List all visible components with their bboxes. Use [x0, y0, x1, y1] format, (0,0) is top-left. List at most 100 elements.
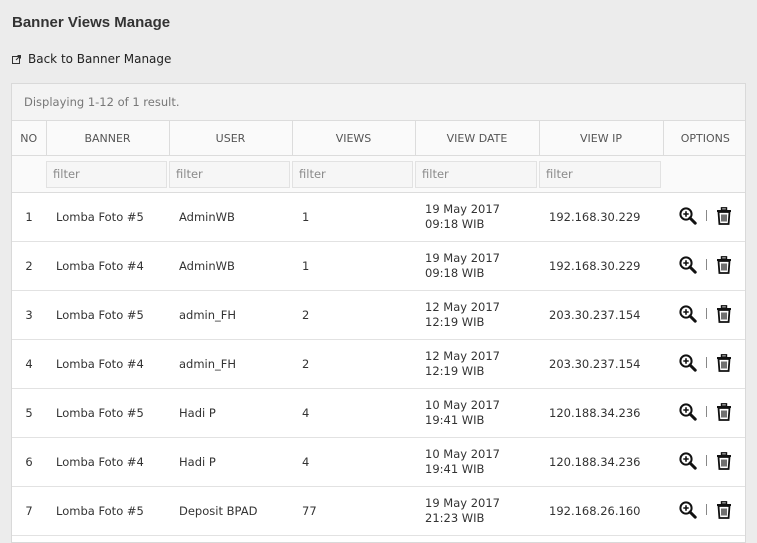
row-number: 7 — [12, 486, 46, 536]
views-cell: 1 — [292, 241, 415, 291]
view-date-cell: 19 May 2017 09:18 WIB — [415, 241, 539, 291]
view-date-cell: 10 May 2017 19:41 WIB — [415, 388, 539, 438]
user-cell: Deposit BPAD — [169, 486, 292, 536]
filter-cell-banner — [46, 155, 169, 193]
column-header-view-date[interactable]: VIEW DATE — [415, 121, 540, 156]
view-date-filter-input[interactable] — [415, 160, 537, 188]
view-date-value: 19 May 2017 — [425, 202, 500, 216]
options-cell — [663, 241, 745, 291]
view-date-cell: 19 May 2017 09:18 WIB — [415, 192, 539, 242]
table-row: 3 Lomba Foto #5 admin_FH 2 12 May 2017 1… — [12, 290, 745, 340]
view-ip-cell: 203.30.237.154 — [539, 339, 663, 389]
zoom-in-icon[interactable] — [678, 451, 697, 470]
view-date-cell: 12 May 2017 12:19 WIB — [415, 339, 539, 389]
view-date-cell: 10 May 2017 19:41 WIB — [415, 437, 539, 487]
zoom-in-icon[interactable] — [678, 402, 697, 421]
view-date-value: 10 May 2017 — [425, 447, 500, 461]
filter-cell-view-date — [415, 155, 539, 193]
filter-cell-empty — [12, 155, 46, 193]
banner-cell: Lomba Foto #4 — [46, 437, 169, 487]
trash-icon[interactable] — [716, 500, 732, 519]
row-number: 2 — [12, 241, 46, 291]
trash-icon[interactable] — [716, 402, 732, 421]
row-number: 3 — [12, 290, 46, 340]
banner-filter-input[interactable] — [46, 160, 167, 188]
user-filter-input[interactable] — [169, 160, 290, 188]
filter-cell-view-ip — [539, 155, 663, 193]
trash-icon[interactable] — [716, 353, 732, 372]
view-date-value: 12 May 2017 — [425, 349, 500, 363]
row-number: 6 — [12, 437, 46, 487]
zoom-in-icon[interactable] — [678, 353, 697, 372]
banner-cell: Lomba Foto #5 — [46, 192, 169, 242]
page-title: Banner Views Manage — [12, 14, 171, 31]
views-cell: 2 — [292, 290, 415, 340]
trash-icon[interactable] — [716, 255, 732, 274]
table-row: 5 Lomba Foto #5 Hadi P 4 10 May 2017 19:… — [12, 388, 745, 438]
view-time-value: 19:41 WIB — [425, 413, 485, 427]
view-ip-cell: 192.168.26.160 — [539, 486, 663, 536]
trash-icon[interactable] — [716, 206, 732, 225]
column-header-views[interactable]: VIEWS — [292, 121, 416, 156]
column-header-view-ip[interactable]: VIEW IP — [539, 121, 664, 156]
column-header-banner[interactable]: BANNER — [46, 121, 170, 156]
options-cell — [663, 437, 745, 487]
view-time-value: 19:41 WIB — [425, 462, 485, 476]
user-cell: AdminWB — [169, 241, 292, 291]
filter-cell-user — [169, 155, 292, 193]
view-date-cell: 12 May 2017 12:19 WIB — [415, 290, 539, 340]
options-separator — [705, 259, 707, 270]
zoom-in-icon[interactable] — [678, 304, 697, 323]
views-cell: 4 — [292, 388, 415, 438]
user-cell: admin_FH — [169, 339, 292, 389]
options-separator — [705, 504, 707, 515]
options-cell — [663, 388, 745, 438]
options-cell — [663, 192, 745, 242]
views-cell: 77 — [292, 486, 415, 536]
column-header-no: NO — [12, 121, 47, 156]
zoom-in-icon[interactable] — [678, 255, 697, 274]
view-date-cell: 19 May 2017 21:23 WIB — [415, 486, 539, 536]
views-cell: 4 — [292, 437, 415, 487]
trash-icon[interactable] — [716, 451, 732, 470]
back-link-label: Back to Banner Manage — [28, 52, 172, 66]
options-separator — [705, 406, 707, 417]
user-cell: AdminWB — [169, 192, 292, 242]
banner-cell: Lomba Foto #4 — [46, 241, 169, 291]
views-cell: 2 — [292, 339, 415, 389]
back-to-banner-manage-link[interactable]: Back to Banner Manage — [12, 52, 171, 66]
zoom-in-icon[interactable] — [678, 500, 697, 519]
table-row: 1 Lomba Foto #5 AdminWB 1 19 May 2017 09… — [12, 192, 745, 242]
table-header-row: NO BANNER USER VIEWS VIEW DATE VIEW IP O… — [12, 121, 745, 156]
view-ip-cell: 203.30.237.154 — [539, 290, 663, 340]
view-time-value: 12:19 WIB — [425, 364, 485, 378]
view-time-value: 21:23 WIB — [425, 511, 485, 525]
view-ip-cell: 192.168.30.229 — [539, 241, 663, 291]
zoom-in-icon[interactable] — [678, 206, 697, 225]
column-header-user[interactable]: USER — [169, 121, 293, 156]
trash-icon[interactable] — [716, 304, 732, 323]
table-body: 1 Lomba Foto #5 AdminWB 1 19 May 2017 09… — [12, 192, 745, 536]
filter-row — [12, 155, 745, 193]
options-cell — [663, 486, 745, 536]
banner-cell: Lomba Foto #5 — [46, 290, 169, 340]
options-cell — [663, 290, 745, 340]
view-time-value: 12:19 WIB — [425, 315, 485, 329]
view-time-value: 09:18 WIB — [425, 217, 485, 231]
banner-cell: Lomba Foto #5 — [46, 486, 169, 536]
view-date-value: 12 May 2017 — [425, 300, 500, 314]
table-row: 6 Lomba Foto #4 Hadi P 4 10 May 2017 19:… — [12, 437, 745, 487]
row-number: 4 — [12, 339, 46, 389]
views-filter-input[interactable] — [292, 160, 413, 188]
views-cell: 1 — [292, 192, 415, 242]
user-cell: Hadi P — [169, 388, 292, 438]
banner-views-grid: Displaying 1-12 of 1 result. NO BANNER U… — [11, 83, 746, 543]
view-date-value: 19 May 2017 — [425, 496, 500, 510]
filter-cell-options — [663, 155, 745, 193]
user-cell: admin_FH — [169, 290, 292, 340]
options-separator — [705, 210, 707, 221]
table-row: 4 Lomba Foto #4 admin_FH 2 12 May 2017 1… — [12, 339, 745, 389]
external-link-icon — [12, 54, 21, 64]
view-ip-cell: 120.188.34.236 — [539, 388, 663, 438]
view-ip-filter-input[interactable] — [539, 160, 661, 188]
